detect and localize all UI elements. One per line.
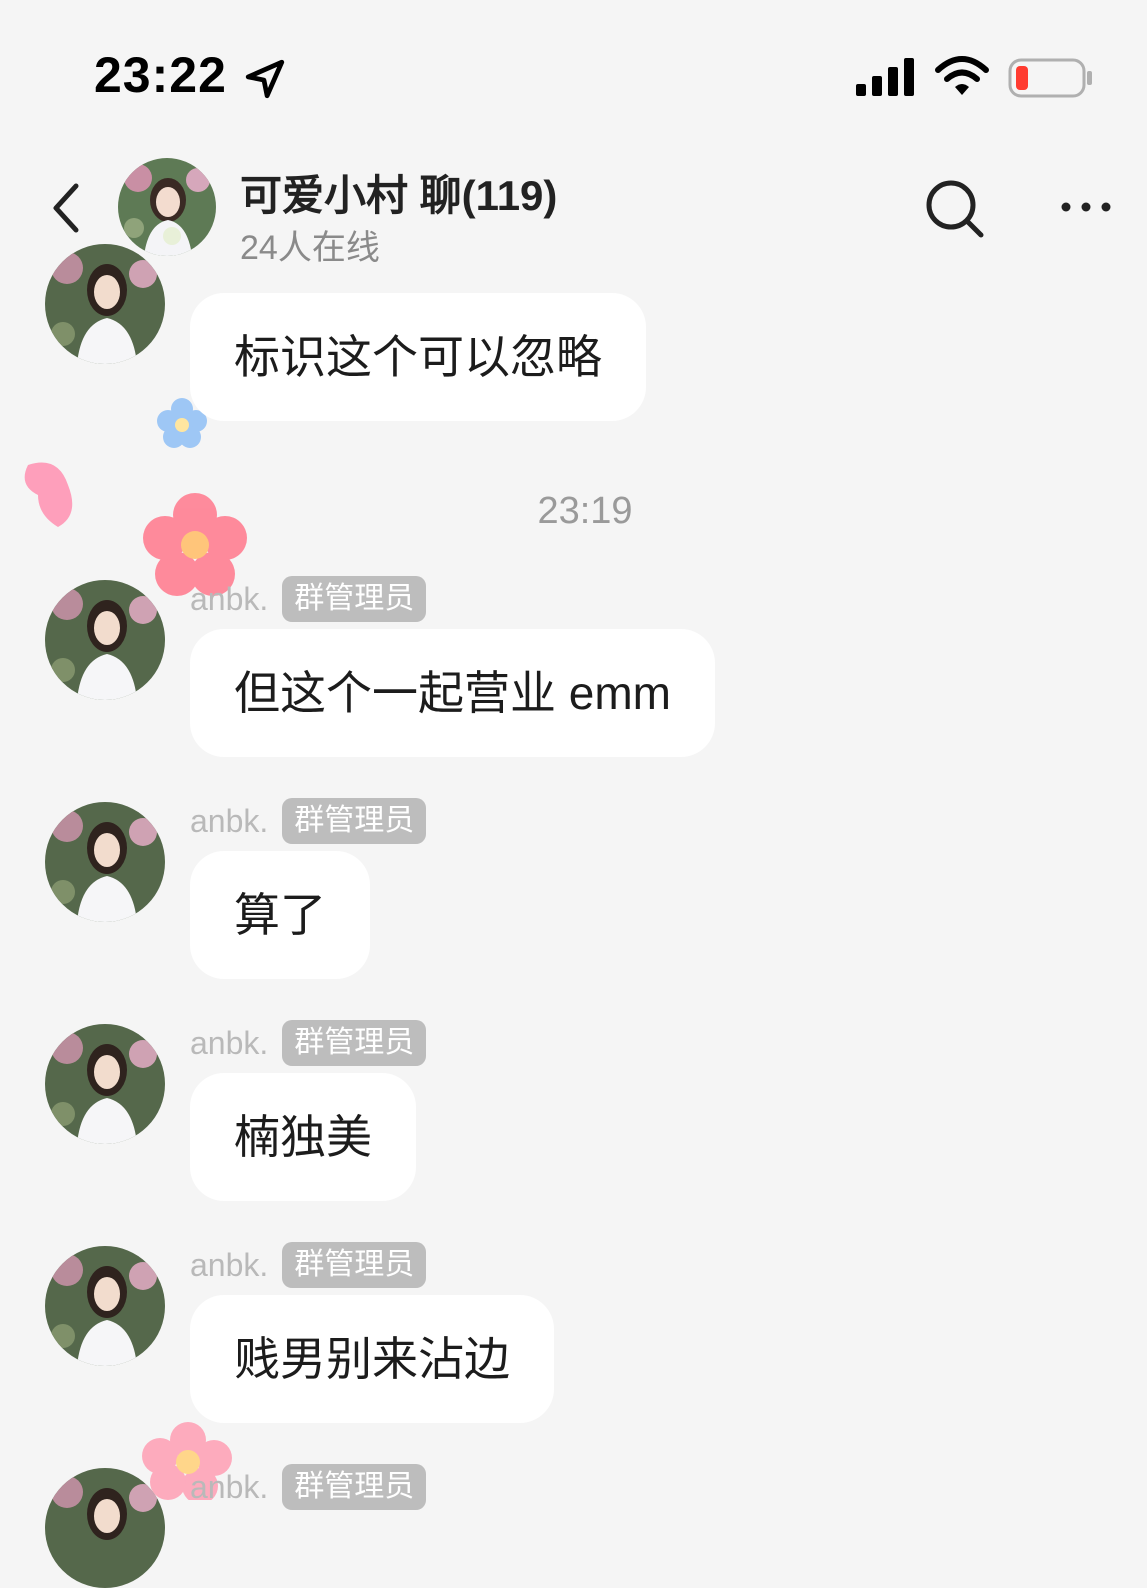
sender-row: anbk. 群管理员 (190, 1463, 427, 1511)
sender-avatar[interactable] (45, 1246, 165, 1366)
search-icon[interactable] (924, 178, 986, 240)
status-bar: 23:22 (0, 0, 1147, 150)
chat-timestamp: 23:19 (537, 490, 633, 532)
back-chevron-icon[interactable] (44, 178, 90, 238)
sender-name[interactable]: anbk. (190, 1025, 268, 1062)
sender-row: anbk. 群管理员 (190, 797, 427, 845)
sender-name[interactable]: anbk. (190, 803, 268, 840)
sender-name[interactable]: anbk. (190, 1469, 268, 1506)
sender-row: anbk. 群管理员 (190, 1019, 427, 1067)
online-count: 24人在线 (240, 229, 380, 267)
sender-avatar[interactable] (45, 244, 165, 364)
wifi-icon (935, 56, 989, 95)
group-title: 可爱小村 聊(119) (240, 172, 558, 219)
sender-name[interactable]: anbk. (190, 581, 268, 618)
message-bubble[interactable]: 楠独美 (190, 1073, 416, 1201)
sender-avatar[interactable] (45, 1468, 165, 1588)
admin-badge: 群管理员 (282, 1464, 427, 1510)
sender-row: anbk. 群管理员 (190, 1241, 427, 1289)
sender-row: anbk. 群管理员 (190, 575, 427, 623)
sender-name[interactable]: anbk. (190, 1247, 268, 1284)
admin-badge: 群管理员 (282, 1242, 427, 1288)
message-bubble[interactable]: 贱男别来沾边 (190, 1295, 554, 1423)
location-arrow-icon (245, 59, 285, 99)
message-bubble[interactable]: 但这个一起营业 emm (190, 629, 715, 757)
admin-badge: 群管理员 (282, 798, 427, 844)
chat-header: 可爱小村 聊(119) 24人在线 (0, 150, 1147, 268)
sender-avatar[interactable] (45, 1024, 165, 1144)
cellular-signal-icon (856, 58, 914, 96)
group-avatar[interactable] (118, 158, 216, 256)
sender-avatar[interactable] (45, 580, 165, 700)
admin-badge: 群管理员 (282, 576, 427, 622)
battery-low-icon (1008, 58, 1092, 98)
status-time: 23:22 (94, 47, 227, 103)
message-bubble[interactable]: 算了 (190, 851, 370, 979)
message-bubble[interactable]: 标识这个可以忽略 (190, 293, 646, 421)
more-dots-icon[interactable] (1058, 194, 1114, 220)
admin-badge: 群管理员 (282, 1020, 427, 1066)
sender-avatar[interactable] (45, 802, 165, 922)
